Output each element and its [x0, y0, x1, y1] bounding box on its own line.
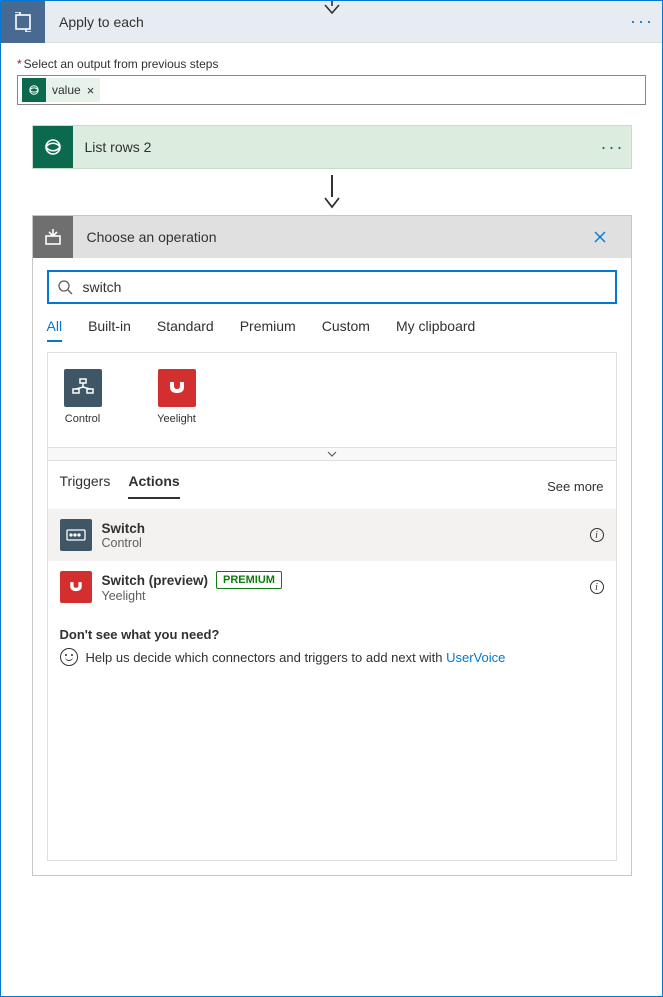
- list-rows-menu-button[interactable]: ···: [595, 137, 631, 158]
- incoming-arrow: [322, 0, 342, 14]
- choose-operation-panel: Choose an operation All: [32, 215, 632, 876]
- connectors-grid: Control Yeelight: [48, 353, 616, 447]
- control-icon: [64, 369, 102, 407]
- category-tabs: All Built-in Standard Premium Custom My …: [47, 318, 617, 342]
- tab-premium[interactable]: Premium: [240, 318, 296, 342]
- tab-custom[interactable]: Custom: [322, 318, 370, 342]
- yeelight-icon: [60, 571, 92, 603]
- see-more-link[interactable]: See more: [547, 479, 603, 494]
- action-subtitle: Yeelight: [102, 589, 590, 603]
- tab-actions[interactable]: Actions: [128, 473, 179, 499]
- tab-built-in[interactable]: Built-in: [88, 318, 131, 342]
- apply-to-each-icon: [1, 1, 45, 43]
- search-box[interactable]: [47, 270, 617, 304]
- collapse-connectors-button[interactable]: [47, 447, 617, 461]
- action-switch-control[interactable]: Switch Control i: [48, 509, 616, 561]
- choose-operation-header: Choose an operation: [33, 216, 631, 258]
- tab-my-clipboard[interactable]: My clipboard: [396, 318, 475, 342]
- premium-badge: PREMIUM: [216, 571, 282, 589]
- yeelight-icon: [158, 369, 196, 407]
- connector-yeelight[interactable]: Yeelight: [150, 369, 204, 425]
- need-text: Help us decide which connectors and trig…: [86, 650, 447, 665]
- action-title: Switch: [102, 521, 146, 536]
- value-token-label: value: [52, 83, 81, 97]
- need-title: Don't see what you need?: [60, 627, 604, 642]
- apply-to-each-title: Apply to each: [45, 14, 622, 30]
- connector-control-label: Control: [65, 413, 100, 425]
- control-icon: [60, 519, 92, 551]
- action-switch-yeelight[interactable]: Switch (preview) PREMIUM Yeelight i: [48, 561, 616, 613]
- connector-yeelight-label: Yeelight: [157, 413, 196, 425]
- dataverse-icon: [22, 78, 46, 102]
- action-title: Switch (preview): [102, 573, 209, 588]
- connector-control[interactable]: Control: [56, 369, 110, 425]
- search-icon: [57, 279, 73, 295]
- tab-triggers[interactable]: Triggers: [60, 473, 111, 499]
- search-input[interactable]: [81, 278, 607, 296]
- close-button[interactable]: [593, 230, 631, 244]
- choose-operation-icon: [33, 216, 73, 258]
- list-rows-title: List rows 2: [73, 139, 595, 155]
- smiley-icon: [60, 648, 78, 666]
- uservoice-link[interactable]: UserVoice: [446, 650, 505, 665]
- output-token-input[interactable]: value ×: [17, 75, 646, 105]
- action-list: Switch Control i: [48, 509, 616, 613]
- list-rows-card[interactable]: List rows 2 ···: [32, 125, 632, 169]
- tab-all[interactable]: All: [47, 318, 63, 342]
- dataverse-connector-icon: [33, 126, 73, 168]
- value-token[interactable]: value ×: [22, 78, 100, 102]
- apply-to-each-menu-button[interactable]: ···: [622, 11, 662, 32]
- remove-token-button[interactable]: ×: [81, 83, 101, 98]
- trigger-action-tabs: Triggers Actions: [60, 473, 548, 499]
- choose-operation-title: Choose an operation: [73, 229, 593, 245]
- output-field-label: *Select an output from previous steps: [17, 57, 646, 71]
- info-icon[interactable]: i: [590, 580, 604, 594]
- tab-standard[interactable]: Standard: [157, 318, 214, 342]
- action-subtitle: Control: [102, 536, 590, 550]
- flow-arrow-down: [323, 175, 341, 209]
- info-icon[interactable]: i: [590, 528, 604, 542]
